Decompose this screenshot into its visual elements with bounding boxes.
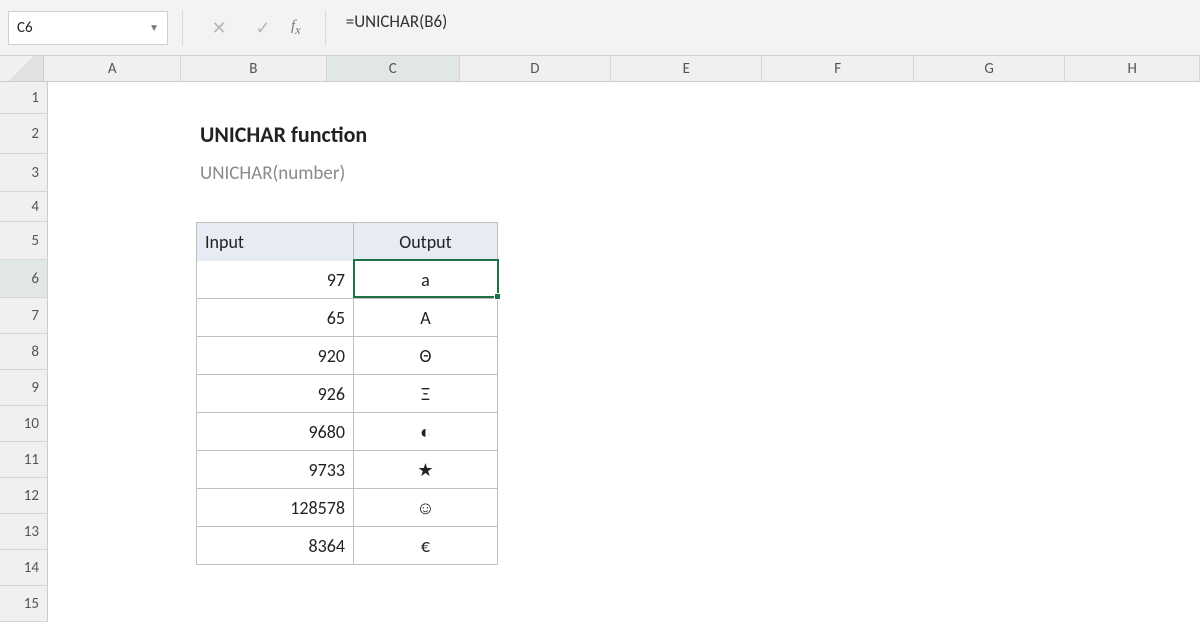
data-table: Input Output 97 a 65 A 920 Θ 926 Ξ xyxy=(196,222,498,565)
row-header-14[interactable]: 14 xyxy=(0,550,48,586)
col-header-g[interactable]: G xyxy=(914,56,1065,81)
table-row: 8364 € xyxy=(197,527,497,564)
cell-b7[interactable]: 65 xyxy=(197,299,354,336)
table-row: 65 A xyxy=(197,299,497,337)
table-row: 926 Ξ xyxy=(197,375,497,413)
table-row: 128578 ☺ xyxy=(197,489,497,527)
cell-c7[interactable]: A xyxy=(354,299,497,336)
cell-b9[interactable]: 926 xyxy=(197,375,354,412)
col-header-d[interactable]: D xyxy=(460,56,611,81)
col-header-h[interactable]: H xyxy=(1065,56,1200,81)
col-header-b[interactable]: B xyxy=(181,56,327,81)
cancel-icon[interactable]: ✕ xyxy=(205,13,233,43)
table-header-row: Input Output xyxy=(197,223,497,261)
separator xyxy=(182,10,183,46)
cell-b8[interactable]: 920 xyxy=(197,337,354,374)
col-header-a[interactable]: A xyxy=(44,56,181,81)
table-row: 97 a xyxy=(197,261,497,299)
header-input[interactable]: Input xyxy=(197,223,354,261)
table-row: 9733 ★ xyxy=(197,451,497,489)
row-header-9[interactable]: 9 xyxy=(0,370,48,406)
row-header-4[interactable]: 4 xyxy=(0,192,48,222)
cell-c9[interactable]: Ξ xyxy=(354,375,497,412)
row-header-3[interactable]: 3 xyxy=(0,154,48,192)
cell-c8[interactable]: Θ xyxy=(354,337,497,374)
select-all-corner[interactable] xyxy=(0,56,44,82)
table-row: 9680 ◐ xyxy=(197,413,497,451)
cell-c11[interactable]: ★ xyxy=(354,451,497,488)
name-box[interactable]: C6 ▼ xyxy=(8,11,168,45)
cell-b13[interactable]: 8364 xyxy=(197,527,354,564)
cell-b3[interactable]: UNICHAR(number) xyxy=(200,154,345,192)
row-header-5[interactable]: 5 xyxy=(0,222,48,260)
chevron-down-icon[interactable]: ▼ xyxy=(149,21,159,34)
cell-b10[interactable]: 9680 xyxy=(197,413,354,450)
row-header-6[interactable]: 6 xyxy=(0,260,48,298)
column-headers: A B C D E F G H xyxy=(0,56,1200,82)
confirm-icon[interactable]: ✓ xyxy=(249,13,277,43)
cell-c13[interactable]: € xyxy=(354,527,497,564)
cell-b6[interactable]: 97 xyxy=(197,261,354,298)
cell-c12[interactable]: ☺ xyxy=(354,489,497,526)
col-header-f[interactable]: F xyxy=(762,56,913,81)
row-header-10[interactable]: 10 xyxy=(0,406,48,442)
cell-canvas[interactable]: UNICHAR function UNICHAR(number) Input O… xyxy=(48,82,1200,630)
col-header-c[interactable]: C xyxy=(327,56,460,81)
name-box-value: C6 xyxy=(17,19,149,37)
separator xyxy=(325,10,326,46)
header-output[interactable]: Output xyxy=(354,223,497,261)
table-row: 920 Θ xyxy=(197,337,497,375)
row-header-12[interactable]: 12 xyxy=(0,478,48,514)
formula-bar: C6 ▼ ✕ ✓ fx =UNICHAR(B6) xyxy=(0,0,1200,56)
cell-b2[interactable]: UNICHAR function xyxy=(200,114,367,154)
row-header-2[interactable]: 2 xyxy=(0,114,48,154)
cell-c10[interactable]: ◐ xyxy=(354,413,497,450)
row-headers: 1 2 3 4 5 6 7 8 9 10 11 12 13 14 15 xyxy=(0,82,48,630)
row-header-11[interactable]: 11 xyxy=(0,442,48,478)
fx-icon[interactable]: fx xyxy=(291,18,301,38)
formula-input[interactable]: =UNICHAR(B6) xyxy=(340,11,1192,45)
spreadsheet-grid: A B C D E F G H 1 2 3 4 5 6 7 8 9 10 11 … xyxy=(0,56,1200,630)
cell-b12[interactable]: 128578 xyxy=(197,489,354,526)
cell-c6[interactable]: a xyxy=(354,261,497,298)
row-header-15[interactable]: 15 xyxy=(0,586,48,622)
col-header-e[interactable]: E xyxy=(611,56,762,81)
cell-b11[interactable]: 9733 xyxy=(197,451,354,488)
row-header-13[interactable]: 13 xyxy=(0,514,48,550)
row-header-7[interactable]: 7 xyxy=(0,298,48,334)
row-header-1[interactable]: 1 xyxy=(0,82,48,114)
row-header-8[interactable]: 8 xyxy=(0,334,48,370)
